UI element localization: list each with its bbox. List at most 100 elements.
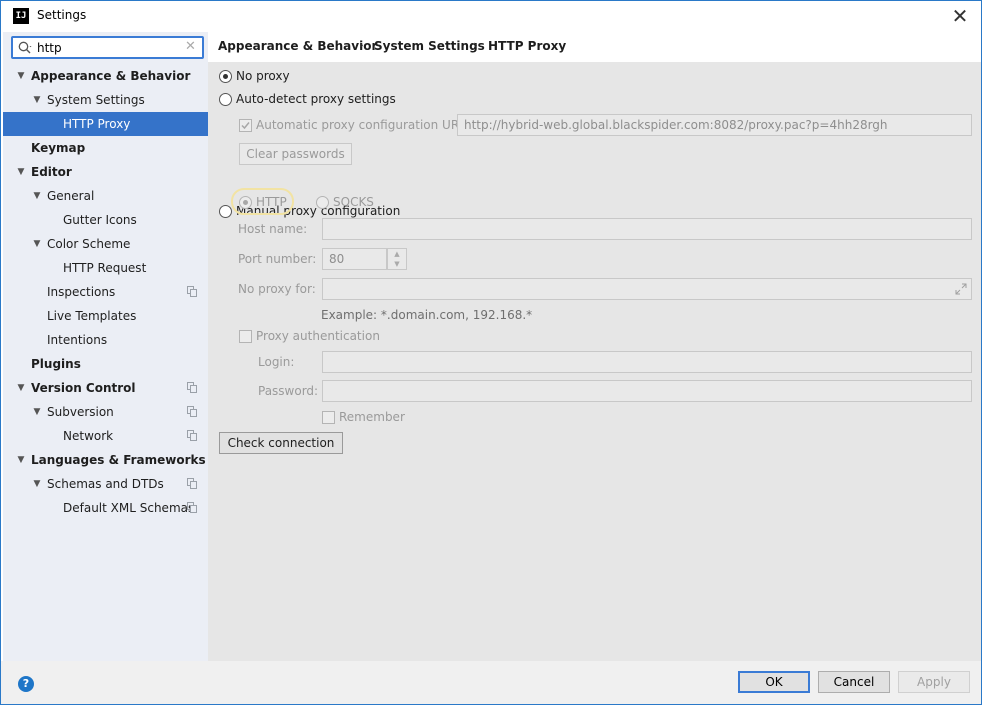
dialog-footer: ? OK Cancel Apply [1,661,981,704]
no-proxy-label: No proxy [236,69,290,83]
tree-item-label: Keymap [31,141,86,155]
tree-item-label: Schemas and DTDs [47,477,164,491]
tree-item-label: Intentions [47,333,108,347]
remember-label: Remember [339,410,405,424]
host-name-field[interactable] [322,218,972,240]
tree-item[interactable]: HTTP Request [3,256,208,280]
project-copy-icon [187,286,197,297]
auto-detect-radio[interactable] [219,93,232,106]
port-number-field[interactable]: 80 [322,248,387,270]
tree-item[interactable]: ▼ Version Control [3,376,208,400]
port-number-label: Port number: [238,252,317,266]
chevron-down-icon[interactable]: ▼ [31,472,43,496]
intellij-logo-icon: IJ [13,8,29,24]
tree-item-label: Color Scheme [47,237,131,251]
login-label: Login: [258,355,295,369]
tree-item[interactable]: ▼ General [3,184,208,208]
remember-checkbox[interactable] [322,411,335,424]
tree-item[interactable]: ▼ Schemas and DTDs [3,472,208,496]
chevron-down-icon[interactable]: ▼ [31,88,43,112]
checkmark-icon [241,122,250,130]
tree-item-label: HTTP Request [63,261,147,275]
breadcrumb-system-settings: System Settings [374,39,485,53]
project-copy-icon [187,502,197,513]
socks-radio[interactable] [316,196,329,209]
tree-item-label: Gutter Icons [63,213,137,227]
breadcrumb-appearance-behavior: Appearance & Behavior [218,39,378,53]
tree-item-label: Plugins [31,357,81,371]
check-connection-button[interactable]: Check connection [219,432,343,454]
search-icon[interactable] [17,40,33,56]
tree-item[interactable]: Live Templates [3,304,208,328]
login-field[interactable] [322,351,972,373]
auto-config-url-checkbox[interactable] [239,119,252,132]
host-name-label: Host name: [238,222,308,236]
chevron-down-icon[interactable]: ▼ [31,232,43,256]
main-panel: Appearance & Behavior › System Settings … [208,32,981,661]
spinner-up-icon[interactable]: ▲ [388,249,406,259]
chevron-down-icon[interactable]: ▼ [31,184,43,208]
apply-button[interactable]: Apply [898,671,970,693]
tree-item[interactable]: Keymap [3,136,208,160]
ok-button[interactable]: OK [738,671,810,693]
search-input[interactable] [37,40,177,56]
breadcrumb-separator-icon: › [359,38,364,52]
proxy-auth-label: Proxy authentication [256,329,380,343]
tree-item-label: HTTP Proxy [63,117,131,131]
expand-icon[interactable] [954,282,968,296]
search-box[interactable]: ✕ [11,36,204,59]
clear-search-icon[interactable]: ✕ [185,39,196,54]
socks-label: SOCKS [333,195,374,209]
no-proxy-example: Example: *.domain.com, 192.168.* [321,308,533,322]
manual-proxy-radio[interactable] [219,205,232,218]
tree-item[interactable]: ▼ Subversion [3,400,208,424]
title-bar: IJ Settings ✕ [1,1,981,31]
port-spinner[interactable]: ▲ ▼ [387,248,407,270]
http-radio[interactable] [239,196,252,209]
password-label: Password: [258,384,319,398]
project-copy-icon [187,406,197,417]
tree-item-label: Live Templates [47,309,137,323]
tree-item[interactable]: Intentions [3,328,208,352]
tree-item-label: Appearance & Behavior [31,69,191,83]
tree-item[interactable]: ▼ System Settings [3,88,208,112]
tree-item[interactable]: ▼ Color Scheme [3,232,208,256]
spinner-down-icon[interactable]: ▼ [388,259,406,269]
tree-item[interactable]: HTTP Proxy [3,112,208,136]
tree-item[interactable]: ▼ Languages & Frameworks [3,448,208,472]
no-proxy-for-field[interactable] [322,278,972,300]
chevron-down-icon[interactable]: ▼ [15,448,27,472]
close-icon[interactable]: ✕ [947,3,973,29]
cancel-button[interactable]: Cancel [818,671,890,693]
password-field[interactable] [322,380,972,402]
breadcrumb-separator-icon: › [473,38,478,52]
tree-item-label: Default XML Schemas [63,501,195,515]
auto-config-url-field[interactable]: http://hybrid-web.global.blackspider.com… [457,114,972,136]
chevron-down-icon[interactable]: ▼ [15,64,27,88]
chevron-down-icon[interactable]: ▼ [15,160,27,184]
window-title: Settings [37,8,87,22]
tree-item[interactable]: ▼ Appearance & Behavior [3,64,208,88]
settings-sidebar: ✕ ▼ Appearance & Behavior ▼ System Settings… [3,32,208,661]
chevron-down-icon[interactable]: ▼ [31,400,43,424]
tree-item-label: Version Control [31,381,136,395]
clear-passwords-button[interactable]: Clear passwords [239,143,352,165]
project-copy-icon [187,382,197,393]
tree-item-label: Subversion [47,405,114,419]
tree-item[interactable]: Plugins [3,352,208,376]
auto-config-url-label: Automatic proxy configuration URL: [256,118,470,132]
help-icon[interactable]: ? [18,676,34,692]
tree-item[interactable]: Gutter Icons [3,208,208,232]
tree-item[interactable]: Default XML Schemas [3,496,208,520]
tree-item-label: Inspections [47,285,116,299]
http-proxy-settings: No proxy Auto-detect proxy settings Auto… [208,62,981,661]
proxy-auth-checkbox[interactable] [239,330,252,343]
tree-item-label: Languages & Frameworks [31,453,206,467]
tree-item[interactable]: ▼ Editor [3,160,208,184]
tree-item[interactable]: Inspections [3,280,208,304]
tree-item-label: Network [63,429,114,443]
project-copy-icon [187,478,197,489]
tree-item[interactable]: Network [3,424,208,448]
no-proxy-radio[interactable] [219,70,232,83]
chevron-down-icon[interactable]: ▼ [15,376,27,400]
